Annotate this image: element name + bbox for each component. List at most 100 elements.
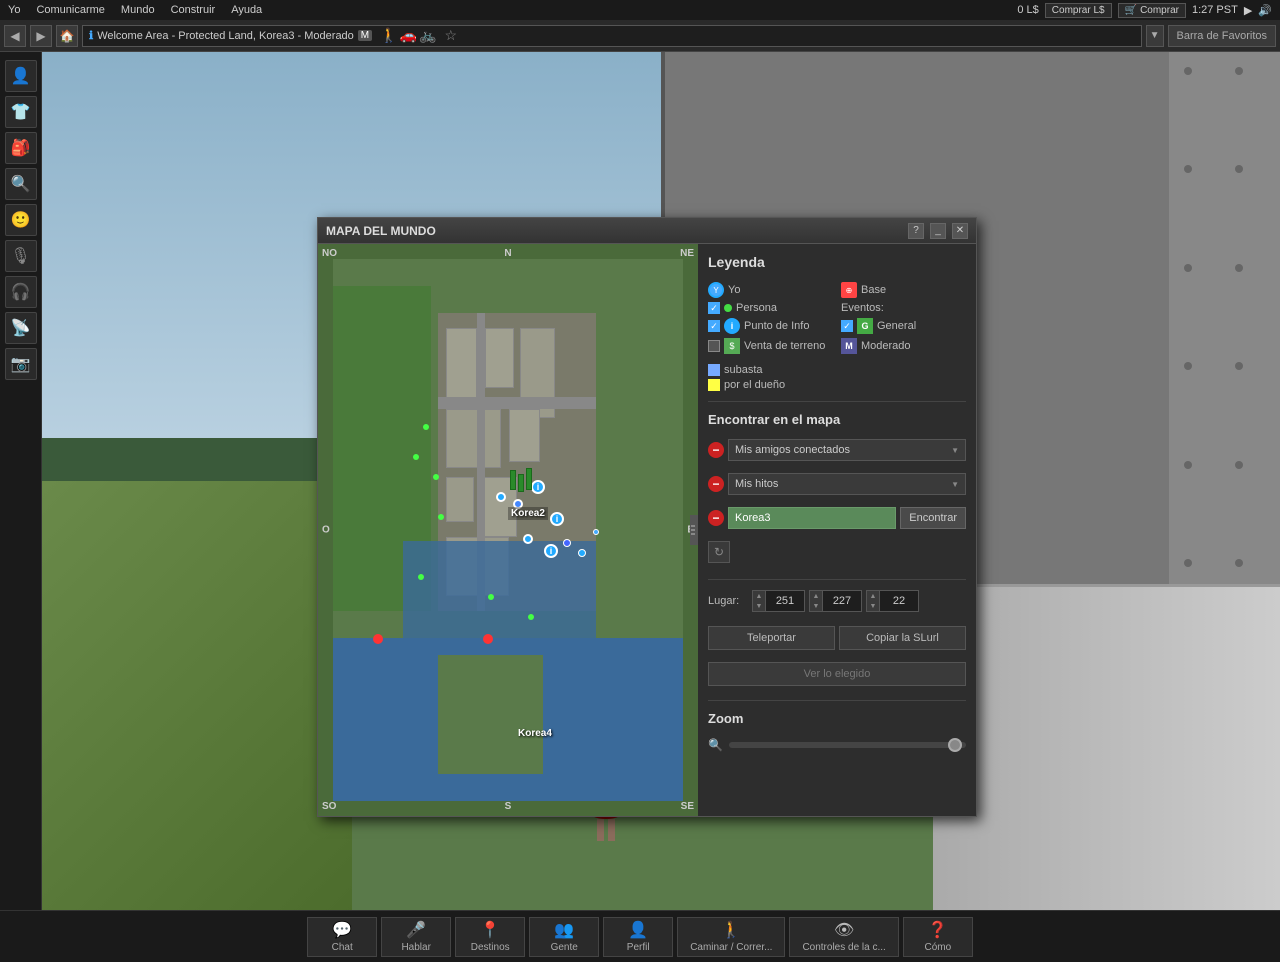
menu-yo[interactable]: Yo	[0, 4, 28, 16]
location-y-spinbox: ▲ ▼ 227	[809, 590, 862, 612]
compass-o: O	[322, 525, 330, 536]
taskbar-caminar-button[interactable]: 🚶 Caminar / Correr...	[677, 917, 785, 957]
dialog-close-button[interactable]: ✕	[952, 223, 968, 239]
map-info-marker-1: i	[531, 480, 545, 494]
menu-ayuda[interactable]: Ayuda	[223, 4, 270, 16]
map-building-icon-2	[518, 474, 524, 492]
location-x-value[interactable]: 251	[765, 590, 805, 612]
sidebar-photo-button[interactable]: 📷	[5, 348, 37, 380]
y-down-arrow[interactable]: ▼	[810, 601, 822, 611]
sidebar-clothing-button[interactable]: 👕	[5, 96, 37, 128]
taskbar-destinos-button[interactable]: 📍 Destinos	[455, 917, 525, 957]
caminar-icon: 🚶	[721, 920, 741, 940]
location-z-value[interactable]: 22	[879, 590, 919, 612]
x-up-arrow[interactable]: ▲	[753, 591, 765, 601]
teleportar-button[interactable]: Teleportar	[708, 626, 835, 650]
home-button[interactable]: 🏠	[56, 25, 78, 47]
map-dot-green-2	[413, 454, 419, 460]
venta-checkbox[interactable]	[708, 340, 720, 352]
stream-icon: ▶	[1244, 4, 1252, 17]
find-dropdown-1[interactable]: Mis amigos conectados ▼	[728, 439, 966, 461]
dialog-minimize-button[interactable]: _	[930, 223, 946, 239]
map-person-marker-6	[593, 529, 599, 535]
perfil-label: Perfil	[627, 942, 650, 953]
find-remove-btn-2[interactable]: −	[708, 476, 724, 492]
forward-button[interactable]: ▶	[30, 25, 52, 47]
divider-1	[708, 401, 966, 402]
controles-label: Controles de la c...	[802, 942, 885, 953]
map-label-korea4: Korea4	[518, 728, 552, 739]
find-remove-btn-3[interactable]: −	[708, 510, 724, 526]
refresh-button[interactable]: ↻	[708, 541, 730, 563]
sidebar-broadcast-button[interactable]: 📡	[5, 312, 37, 344]
main-viewport: MAPA DEL MUNDO ? _ ✕ NO N NE O E SO S SE	[42, 52, 1280, 910]
chat-icon: 💬	[332, 920, 352, 940]
location-badge: M	[358, 30, 372, 41]
subasta-color	[708, 364, 720, 376]
zoom-slider-thumb[interactable]	[948, 738, 962, 752]
legend-base: ⊕ Base	[841, 282, 966, 298]
ver-elegido-button[interactable]: Ver lo elegido	[708, 662, 966, 686]
nav-dropdown-button[interactable]: ▼	[1146, 25, 1164, 47]
buy-label: Comprar	[1140, 5, 1179, 16]
taskbar-controles-button[interactable]: 👁 Controles de la c...	[789, 917, 898, 957]
taskbar-gente-button[interactable]: 👥 Gente	[529, 917, 599, 957]
dialog-help-button[interactable]: ?	[908, 223, 924, 239]
legend-general: ✓ G General	[841, 318, 966, 334]
copiar-slurl-button[interactable]: Copiar la SLurl	[839, 626, 966, 650]
buy-currency-button[interactable]: Comprar L$	[1045, 3, 1112, 18]
taskbar-perfil-button[interactable]: 👤 Perfil	[603, 917, 673, 957]
sidebar-voice-button[interactable]: 🎙	[5, 240, 37, 272]
x-down-arrow[interactable]: ▼	[753, 601, 765, 611]
sell-icon: $	[724, 338, 740, 354]
volume-icon: 🔊	[1258, 4, 1272, 17]
map-drag-handle[interactable]	[690, 515, 698, 545]
back-button[interactable]: ◀	[4, 25, 26, 47]
sidebar-search-button[interactable]: 🔍	[5, 168, 37, 200]
info-icon-legend: i	[724, 318, 740, 334]
map-info-marker-3: i	[544, 544, 558, 558]
transport-car-icon: 🚗	[400, 27, 417, 44]
menu-mundo[interactable]: Mundo	[113, 4, 163, 16]
y-up-arrow[interactable]: ▲	[810, 591, 822, 601]
info-checkbox[interactable]: ✓	[708, 320, 720, 332]
taskbar-chat-button[interactable]: 💬 Chat	[307, 917, 377, 957]
menu-construir[interactable]: Construir	[163, 4, 224, 16]
map-person-marker-1	[496, 492, 506, 502]
right-section: 0 L$ Comprar L$ 🛒 Comprar 1:27 PST ▶ 🔊	[1017, 3, 1280, 18]
map-dot-green-5	[418, 574, 424, 580]
map-dot-green-6	[488, 594, 494, 600]
map-building-icon-3	[526, 468, 532, 490]
sidebar-profile-button[interactable]: 🙂	[5, 204, 37, 236]
map-island	[438, 655, 543, 774]
info-icon: ℹ	[89, 29, 93, 42]
find-row-2: − Mis hitos ▼	[708, 473, 966, 495]
zoom-slider[interactable]	[729, 742, 966, 748]
bookmark-icon[interactable]: ☆	[444, 27, 457, 44]
z-up-arrow[interactable]: ▲	[867, 591, 879, 601]
location-label: Lugar:	[708, 595, 748, 607]
favorites-bar[interactable]: Barra de Favoritos	[1168, 25, 1276, 47]
z-down-arrow[interactable]: ▼	[867, 601, 879, 611]
destinos-icon: 📍	[480, 920, 500, 940]
compass-so: SO	[322, 801, 336, 812]
map-area[interactable]: NO N NE O E SO S SE	[318, 244, 698, 816]
find-remove-btn-1[interactable]: −	[708, 442, 724, 458]
sidebar-headphones-button[interactable]: 🎧	[5, 276, 37, 308]
persona-checkbox[interactable]: ✓	[708, 302, 720, 314]
buy-button[interactable]: 🛒 Comprar	[1118, 3, 1186, 18]
menu-comunicarme[interactable]: Comunicarme	[28, 4, 112, 16]
general-checkbox[interactable]: ✓	[841, 320, 853, 332]
find-row-1: − Mis amigos conectados ▼	[708, 439, 966, 461]
find-text-input[interactable]	[728, 507, 896, 529]
taskbar-hablar-button[interactable]: 🎤 Hablar	[381, 917, 451, 957]
legend-persona: ✓ Persona	[708, 302, 833, 314]
find-button[interactable]: Encontrar	[900, 507, 966, 529]
transport-bike-icon: 🚲	[419, 27, 436, 44]
taskbar-como-button[interactable]: ❓ Cómo	[903, 917, 973, 957]
location-y-value[interactable]: 227	[822, 590, 862, 612]
sidebar-inventory-button[interactable]: 🎒	[5, 132, 37, 164]
find-dropdown-2[interactable]: Mis hitos ▼	[728, 473, 966, 495]
compass-no: NO	[322, 248, 337, 259]
sidebar-avatar-button[interactable]: 👤	[5, 60, 37, 92]
